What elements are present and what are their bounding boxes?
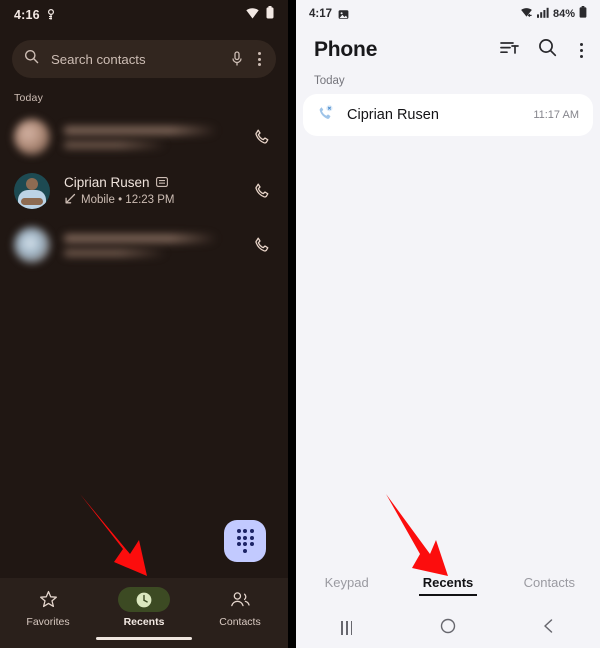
missed-call-icon: [317, 104, 334, 126]
status-time: 4:17: [309, 8, 333, 20]
tab-label: Recents: [422, 574, 474, 590]
search-input[interactable]: Search contacts: [51, 52, 231, 67]
phone-icon[interactable]: [250, 128, 274, 146]
phone-icon[interactable]: [250, 182, 274, 200]
list-item[interactable]: [0, 110, 288, 164]
right-status-indicators: 84%: [520, 5, 587, 23]
tab-label: Contacts: [523, 574, 575, 590]
right-phone-screen: 4:17 84% Phone Today Ciprian Rusen 11:17…: [296, 0, 600, 648]
tab-label: Keypad: [324, 574, 369, 590]
avatar: [14, 227, 50, 263]
dialpad-icon: [236, 529, 254, 553]
more-vert-icon[interactable]: [255, 52, 264, 66]
list-item[interactable]: [0, 218, 288, 272]
back-nav-button[interactable]: [499, 618, 600, 639]
avatar: [14, 173, 50, 209]
clock-icon: [136, 592, 152, 607]
tab-label: Recents: [123, 616, 165, 628]
call-log-name: Ciprian Rusen: [347, 107, 439, 123]
left-bottom-nav: Favorites Recents Contacts: [0, 578, 288, 648]
gesture-home-handle[interactable]: [96, 636, 192, 640]
list-item-name: [64, 125, 217, 135]
tab-pill-active: [118, 587, 170, 612]
status-time: 4:16: [14, 8, 40, 22]
list-item-name: Ciprian Rusen: [64, 174, 150, 190]
list-item-subtitle-row: Mobile • 12:23 PM: [64, 193, 250, 208]
tab-underline-active: [418, 593, 477, 596]
phone-icon[interactable]: [250, 236, 274, 254]
call-log-item-ciprian-rusen[interactable]: Ciprian Rusen 11:17 AM: [303, 94, 593, 136]
tab-pill: [214, 587, 266, 612]
microphone-icon[interactable]: [231, 51, 243, 67]
sort-icon[interactable]: [500, 40, 519, 61]
wifi-icon: [520, 5, 533, 23]
search-bar[interactable]: Search contacts: [12, 40, 276, 78]
tab-underline: [520, 594, 578, 596]
right-app-header: Phone: [296, 28, 600, 66]
list-item-texts: Ciprian Rusen Mobile • 12:23 PM: [64, 175, 250, 208]
tab-favorites[interactable]: Favorites: [0, 578, 96, 648]
right-header-actions: [500, 38, 587, 62]
list-item-subtitle: [64, 140, 167, 149]
wifi-icon: [246, 6, 259, 24]
left-status-bar: 4:16: [0, 0, 288, 30]
tab-underline: [318, 594, 376, 596]
right-status-bar: 4:17 84%: [296, 0, 600, 28]
search-icon[interactable]: [538, 38, 557, 62]
tab-label: Contacts: [219, 616, 261, 628]
panel-divider: [288, 0, 296, 648]
screenshot-icon: [338, 9, 349, 20]
list-item-name: [64, 233, 217, 243]
call-log-time: 11:17 AM: [533, 109, 579, 121]
list-item-texts: [64, 233, 250, 257]
right-bottom-tabs: Keypad Recents Contacts: [296, 562, 600, 608]
battery-percent-label: 84%: [552, 8, 575, 20]
tab-contacts[interactable]: Contacts: [192, 578, 288, 648]
left-section-header: Today: [14, 92, 44, 104]
list-item-ciprian-rusen[interactable]: Ciprian Rusen Mobile • 12:23 PM: [0, 164, 288, 218]
tab-recents[interactable]: Recents: [397, 575, 498, 596]
list-item-subtitle: [64, 248, 167, 257]
list-item-subtitle: Mobile • 12:23 PM: [81, 194, 175, 206]
tab-keypad[interactable]: Keypad: [296, 575, 397, 596]
more-vert-icon[interactable]: [576, 42, 587, 58]
incoming-call-arrow: [64, 193, 76, 208]
list-item-texts: [64, 125, 250, 149]
back-nav-icon: [542, 618, 556, 639]
list-item-name-row: Ciprian Rusen: [64, 175, 250, 190]
tab-label: Favorites: [26, 616, 70, 628]
tab-contacts[interactable]: Contacts: [499, 575, 600, 596]
screenshot-root: 4:16 Search contacts Today Ciprian Rusen…: [0, 0, 600, 648]
recents-nav-button[interactable]: [296, 621, 397, 635]
tab-pill: [22, 587, 74, 612]
alarm-or-key-icon: [46, 9, 56, 21]
recents-nav-icon: [341, 621, 353, 635]
home-nav-button[interactable]: [397, 618, 498, 639]
left-status-indicators: [246, 6, 274, 24]
people-icon: [230, 591, 250, 606]
right-section-header: Today: [314, 75, 345, 87]
left-phone-screen: 4:16 Search contacts Today Ciprian Rusen…: [0, 0, 288, 648]
android-navigation-bar: [296, 608, 600, 648]
battery-icon: [266, 6, 274, 24]
page-title: Phone: [314, 38, 378, 61]
cellular-signal-icon: [536, 5, 549, 23]
star-icon: [39, 590, 57, 608]
sim-card-icon: [155, 175, 168, 190]
battery-icon: [579, 5, 587, 23]
home-nav-icon: [440, 618, 456, 639]
avatar: [14, 119, 50, 155]
search-icon: [24, 49, 39, 69]
dialpad-fab-button[interactable]: [224, 520, 266, 562]
